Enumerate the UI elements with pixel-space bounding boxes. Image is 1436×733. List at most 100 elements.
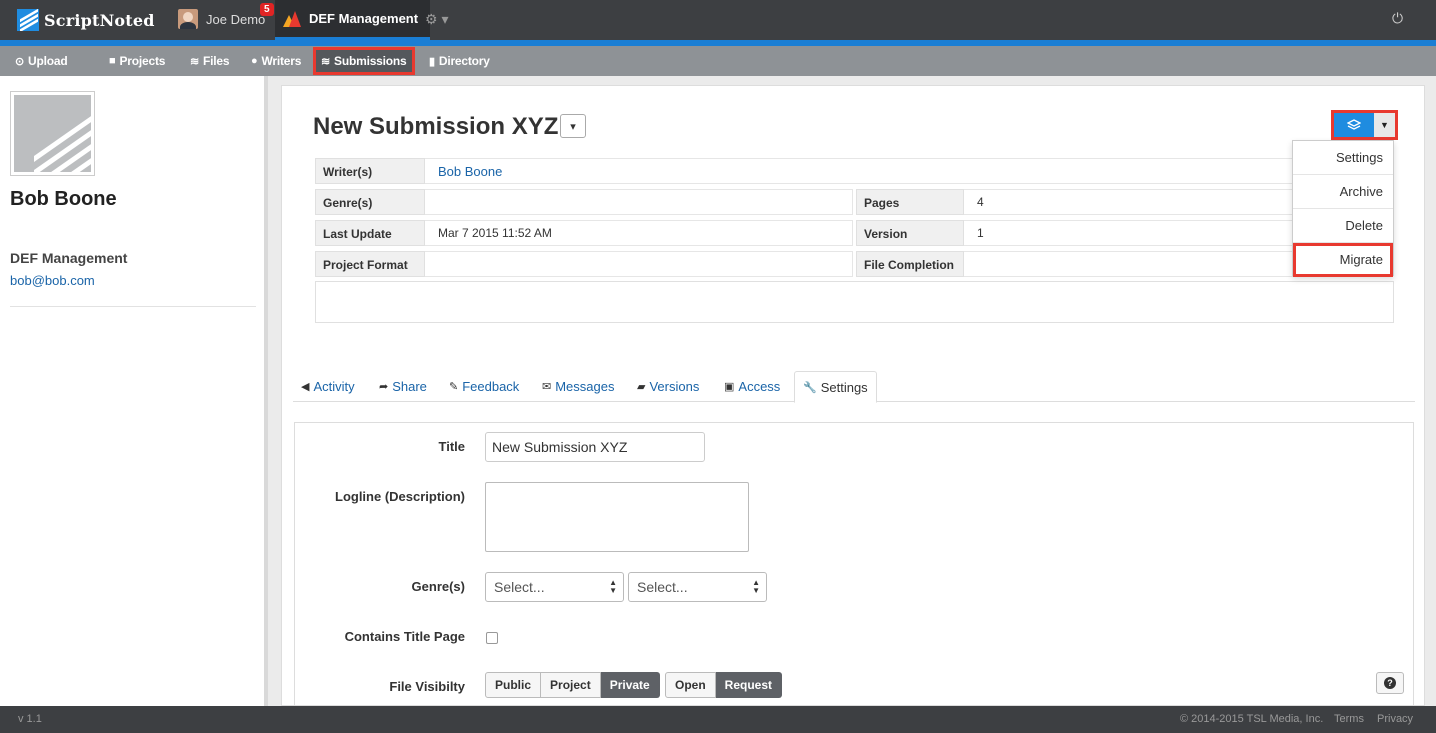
- profile-email[interactable]: bob@bob.com: [10, 273, 95, 288]
- logline-label: Logline (Description): [335, 489, 465, 504]
- last-update-value: Mar 7 2015 11:52 AM: [425, 220, 853, 246]
- tab-share[interactable]: ➦ Share: [379, 371, 427, 402]
- nav-directory[interactable]: ▮ Directory: [429, 46, 490, 76]
- tab-feedback-label: Feedback: [462, 379, 520, 394]
- genres-value: [425, 189, 853, 215]
- user-icon: ●: [251, 55, 258, 67]
- tab-feedback[interactable]: ✎ Feedback: [449, 371, 519, 402]
- terms-link[interactable]: Terms: [1334, 713, 1364, 725]
- file-completion-label: File Completion: [856, 251, 964, 277]
- nav-files-label: Files: [203, 54, 230, 68]
- question-icon: ?: [1384, 677, 1396, 689]
- menu-item-delete[interactable]: Delete: [1293, 209, 1393, 243]
- nav-upload-label: Upload: [28, 54, 68, 68]
- visibility-toggle-group: Public Project Private: [485, 672, 660, 698]
- nav-writers-label: Writers: [261, 54, 302, 68]
- profile-name: Bob Boone: [10, 188, 117, 210]
- visibility-public-button[interactable]: Public: [485, 672, 542, 698]
- title-page-label: Contains Title Page: [344, 629, 465, 644]
- actions-button-group: ▼: [1331, 110, 1398, 140]
- folder-icon: ■: [109, 55, 116, 67]
- menu-item-migrate[interactable]: Migrate: [1293, 243, 1393, 277]
- book-icon: ▮: [429, 55, 435, 68]
- user-menu[interactable]: Joe Demo 5: [178, 3, 274, 29]
- tab-activity-label: Activity: [313, 379, 355, 394]
- submission-panel: New Submission XYZ ▾ Writer(s) Bob Boone…: [281, 85, 1425, 712]
- writers-value: Bob Boone: [425, 158, 1393, 184]
- notes-box: [315, 281, 1394, 323]
- version-label: Version: [856, 220, 964, 246]
- genre-select-secondary[interactable]: Select... ▲ ▼: [628, 572, 767, 602]
- profile-sidebar: Bob Boone DEF Management bob@bob.com: [0, 76, 268, 706]
- genre-select-primary-value: Select...: [494, 579, 545, 595]
- privacy-link[interactable]: Privacy: [1377, 713, 1413, 725]
- gear-icon[interactable]: ⚙ ▾: [425, 11, 448, 28]
- share-icon: ➦: [379, 381, 389, 393]
- last-update-label: Last Update: [315, 220, 425, 246]
- tab-access-label: Access: [738, 379, 781, 394]
- nav-files[interactable]: ≋ Files: [190, 46, 230, 76]
- writers-label: Writer(s): [315, 158, 425, 184]
- nav-writers[interactable]: ● Writers: [251, 46, 301, 76]
- app-logo[interactable]: ScriptNoted: [17, 8, 155, 32]
- tab-versions[interactable]: ▰ Versions: [637, 371, 699, 402]
- page-title: New Submission XYZ: [313, 113, 559, 140]
- actions-dropdown-menu: Settings Archive Delete Migrate: [1292, 140, 1394, 277]
- main-nav: ⊙ Upload ■ Projects ≋ Files ● Writers ≋ …: [0, 46, 1436, 76]
- top-bar: ScriptNoted Joe Demo 5 DEF Management ⚙ …: [0, 0, 1436, 40]
- footer: v 1.1 © 2014-2015 TSL Media, Inc. Terms …: [0, 706, 1436, 733]
- access-open-button[interactable]: Open: [665, 672, 716, 698]
- pages-label: Pages: [856, 189, 964, 215]
- title-label: Title: [438, 439, 466, 454]
- user-name: Joe Demo: [206, 11, 266, 27]
- tab-activity[interactable]: ◀ Activity: [301, 371, 355, 402]
- profile-org: DEF Management: [10, 250, 128, 266]
- title-page-checkbox[interactable]: [486, 632, 498, 644]
- org-name: DEF Management: [309, 11, 419, 26]
- visibility-project-button[interactable]: Project: [541, 672, 601, 698]
- nav-upload[interactable]: ⊙ Upload: [15, 46, 68, 76]
- visibility-private-button[interactable]: Private: [600, 672, 660, 698]
- menu-item-archive[interactable]: Archive: [1293, 175, 1393, 209]
- org-tab[interactable]: DEF Management: [275, 0, 431, 40]
- access-request-button[interactable]: Request: [715, 672, 783, 698]
- submission-tabs: ◀ Activity ➦ Share ✎ Feedback ✉ Messages…: [293, 371, 1415, 403]
- genre-select-primary[interactable]: Select... ▲ ▼: [485, 572, 624, 602]
- tab-access[interactable]: ▣ Access: [724, 371, 780, 402]
- title-dropdown-button[interactable]: ▾: [560, 114, 586, 138]
- user-avatar: [178, 9, 198, 29]
- actions-dropdown-toggle[interactable]: ▼: [1374, 113, 1395, 137]
- nav-directory-label: Directory: [438, 54, 490, 68]
- tab-settings[interactable]: 🔧 Settings: [794, 371, 877, 403]
- logo-icon: [17, 9, 39, 31]
- select-arrows-icon: ▲ ▼: [609, 578, 617, 595]
- tab-settings-label: Settings: [820, 379, 868, 395]
- help-button[interactable]: ?: [1376, 672, 1404, 694]
- chevron-down-icon: ▾: [570, 120, 576, 133]
- nav-projects-label: Projects: [119, 54, 166, 68]
- select-arrows-icon: ▲ ▼: [752, 578, 760, 595]
- tab-messages[interactable]: ✉ Messages: [542, 371, 614, 402]
- genres-form-label: Genre(s): [411, 579, 465, 594]
- layers-icon: ≋: [190, 55, 200, 68]
- logline-textarea[interactable]: [485, 482, 749, 552]
- caret-down-icon: ▼: [1380, 120, 1389, 130]
- title-input[interactable]: New Submission XYZ: [485, 432, 705, 462]
- writer-link[interactable]: Bob Boone: [438, 164, 502, 179]
- envelope-icon: ✉: [542, 381, 552, 393]
- power-icon[interactable]: ⏻: [1392, 10, 1403, 27]
- sidebar-divider: [10, 306, 256, 307]
- notification-badge[interactable]: 5: [260, 3, 274, 16]
- lock-icon: ▣: [724, 381, 735, 393]
- menu-item-settings[interactable]: Settings: [1293, 141, 1393, 175]
- layers-icon: [1347, 119, 1361, 130]
- actions-button[interactable]: [1334, 113, 1374, 137]
- tab-messages-label: Messages: [555, 379, 615, 394]
- nav-submissions-label: Submissions: [334, 54, 407, 68]
- settings-form: Title New Submission XYZ Logline (Descri…: [294, 422, 1414, 712]
- app-version: v 1.1: [18, 713, 42, 725]
- nav-submissions[interactable]: ≋ Submissions: [313, 47, 415, 75]
- megaphone-icon: ◀: [301, 381, 310, 393]
- profile-image: [10, 91, 95, 176]
- nav-projects[interactable]: ■ Projects: [109, 46, 165, 76]
